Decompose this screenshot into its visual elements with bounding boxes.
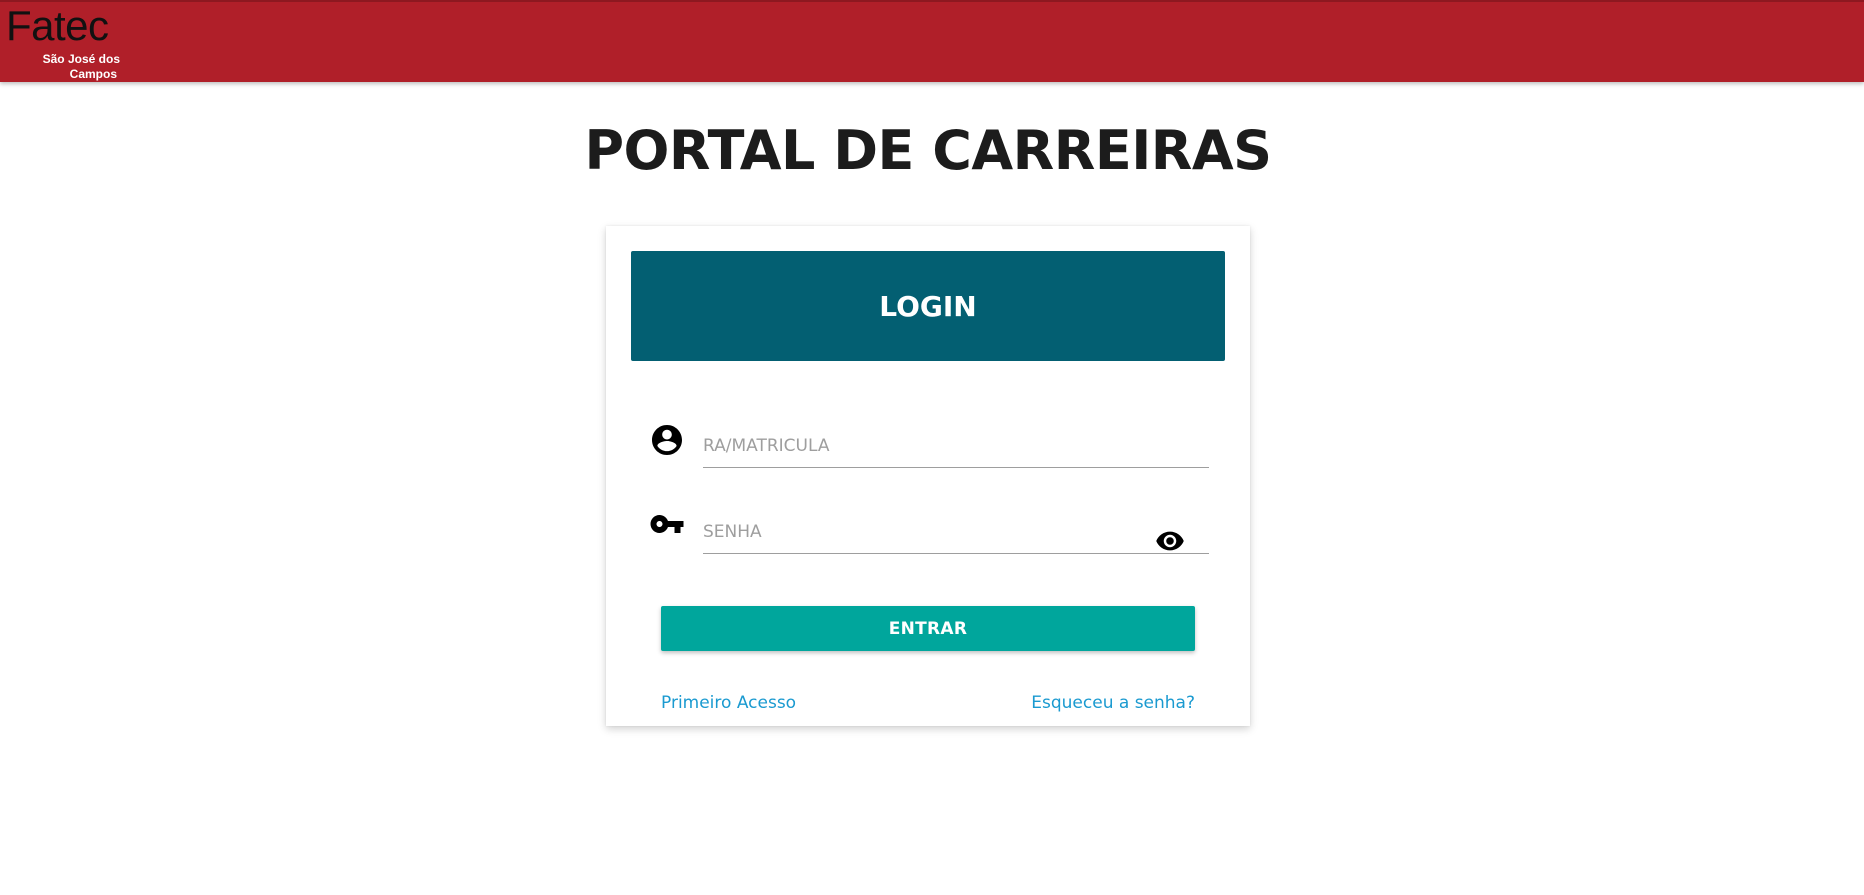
key-icon [649,506,685,542]
ra-input[interactable] [703,424,1209,468]
eye-icon[interactable] [1155,526,1185,556]
logo-subtitle: São José dos Campos [8,52,120,82]
logo-subtitle-line2: Campos [69,67,117,81]
fatec-logo[interactable]: Fatec São José dos Campos [6,2,124,82]
ra-field [631,416,1225,472]
first-access-link[interactable]: Primeiro Acesso [661,692,796,714]
top-header-bar: Fatec São José dos Campos [0,0,1864,82]
entrar-button[interactable]: ENTRAR [661,606,1195,651]
password-field [631,502,1225,558]
logo-subtitle-line1: São José dos [42,52,120,66]
login-card: LOGIN ENTRAR Primeiro Acesso Esqueceu a … [606,226,1250,726]
forgot-password-link[interactable]: Esqueceu a senha? [1031,692,1195,714]
password-input[interactable] [703,510,1209,554]
page-title: PORTAL DE CARREIRAS [584,119,1272,182]
login-card-header: LOGIN [631,251,1225,361]
logo-name: Fatec [6,2,109,49]
login-header-label: LOGIN [879,289,977,323]
account-circle-icon [649,422,685,458]
